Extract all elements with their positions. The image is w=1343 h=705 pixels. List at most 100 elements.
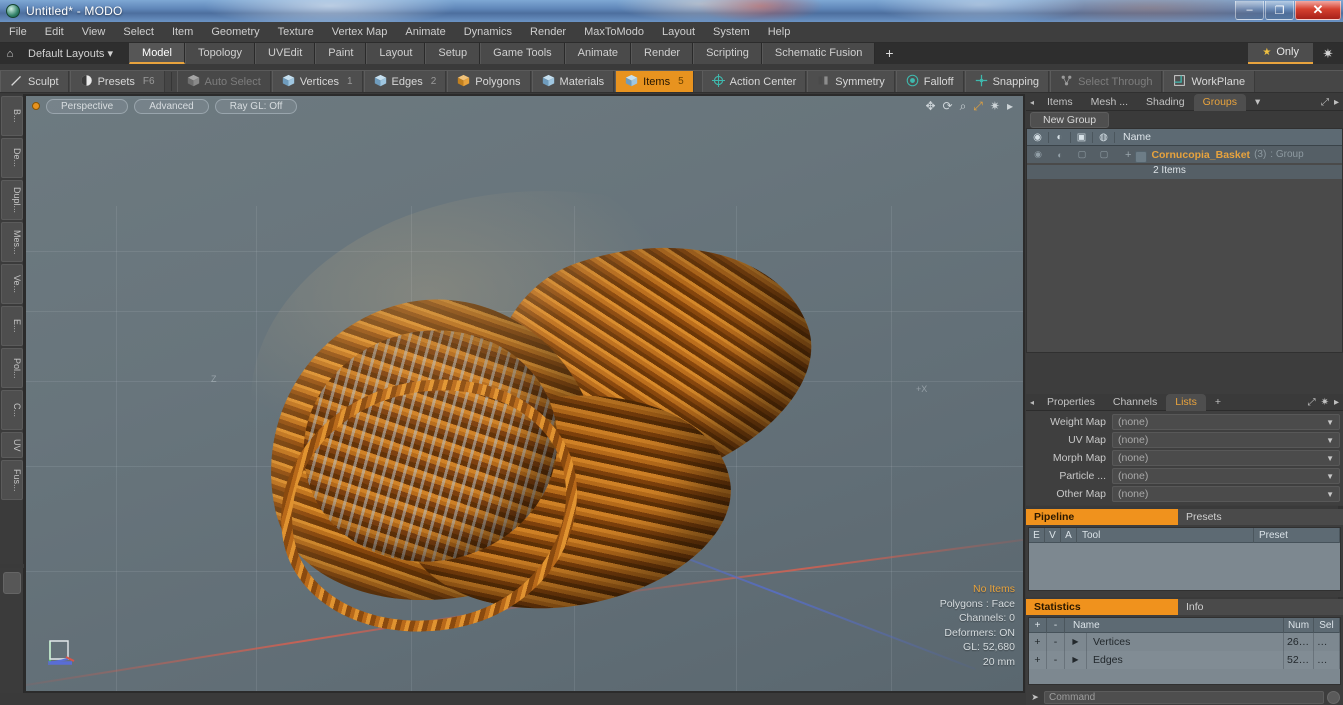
tab-groups[interactable]: Groups [1193, 93, 1247, 111]
menu-item-render[interactable]: Render [521, 22, 575, 43]
tool-select-through[interactable]: Select Through [1050, 71, 1163, 92]
tool-sculpt[interactable]: Sculpt [0, 71, 69, 92]
menu-item-file[interactable]: File [0, 22, 36, 43]
add-tab-button[interactable]: + [1206, 394, 1230, 411]
viewport-shading-button[interactable]: Advanced [134, 98, 209, 114]
expand-icon[interactable]: ⤢ [1321, 97, 1329, 108]
tool-symmetry[interactable]: Symmetry [807, 71, 895, 92]
menu-item-geometry[interactable]: Geometry [202, 22, 268, 43]
command-input[interactable]: Command [1044, 691, 1324, 704]
left-tab-9[interactable]: Fus... [1, 460, 23, 500]
menu-item-help[interactable]: Help [759, 22, 800, 43]
left-tab-8[interactable]: UV [1, 432, 23, 458]
home-icon[interactable]: ⌂ [0, 48, 20, 60]
chevron-left-icon[interactable]: ◂ [1026, 98, 1038, 107]
table-row[interactable]: + - ▶ Edges 52…… [1029, 651, 1340, 669]
list-row-dropdown[interactable]: (none) ▼ [1112, 450, 1340, 466]
tool-presets[interactable]: Presets F6 [69, 71, 165, 92]
menu-item-select[interactable]: Select [114, 22, 163, 43]
pipeline-table[interactable]: E V A Tool Preset [1028, 527, 1341, 591]
default-layouts-dropdown[interactable]: Default Layouts ▾ [20, 47, 121, 60]
tab-topology[interactable]: Topology [185, 43, 256, 64]
close-button[interactable]: ✕ [1295, 1, 1341, 20]
expand-toggle[interactable]: ▶ [1065, 633, 1087, 651]
tab-animate[interactable]: Animate [564, 43, 632, 64]
groups-tree[interactable]: ◉ ◐ ▣ ◍ Name ◉ ◐ ▢ ▢ + Cornucopia_Basket… [1026, 128, 1343, 353]
menu-item-item[interactable]: Item [163, 22, 202, 43]
record-icon[interactable] [1327, 691, 1340, 704]
add-layout-tab-button[interactable]: + [875, 43, 903, 64]
tab-info[interactable]: Info [1178, 599, 1343, 615]
left-tab-1[interactable]: De... [1, 138, 23, 178]
chevron-right-icon[interactable]: ▸ [1334, 97, 1339, 108]
table-row[interactable]: + - ▶ Vertices 26…… [1029, 633, 1340, 651]
menu-item-layout[interactable]: Layout [653, 22, 704, 43]
menu-item-view[interactable]: View [73, 22, 115, 43]
list-row-dropdown[interactable]: (none) ▼ [1112, 432, 1340, 448]
chevron-right-icon[interactable]: ▸ [1007, 99, 1013, 113]
tab-items[interactable]: Items [1038, 94, 1082, 111]
tool-vertices[interactable]: Vertices 1 [271, 71, 363, 92]
tool-polygons[interactable]: Polygons [447, 71, 531, 92]
row-lock-icon[interactable]: ▢ [1071, 149, 1093, 160]
tab-layout[interactable]: Layout [366, 43, 426, 64]
restore-button[interactable]: ❐ [1265, 1, 1294, 20]
tool-materials[interactable]: Materials [531, 71, 615, 92]
tab-properties[interactable]: Properties [1038, 394, 1104, 411]
tab-shading[interactable]: Shading [1137, 94, 1194, 111]
viewport-3d[interactable]: Z +X Perspective Advanced Ray GL: Off ✥ … [26, 96, 1023, 691]
menu-item-system[interactable]: System [704, 22, 759, 43]
row-shade-icon[interactable]: ◐ [1049, 150, 1071, 160]
groups-dropdown-caret[interactable]: ▾ [1246, 94, 1269, 111]
expand-icon[interactable]: ⤢ [1308, 397, 1316, 408]
gear-icon[interactable]: ✷ [990, 99, 1000, 113]
tool-properties-button[interactable] [3, 572, 21, 594]
cornucopia-basket-model[interactable] [236, 191, 841, 662]
tab-schematic-fusion[interactable]: Schematic Fusion [761, 43, 876, 64]
add-button[interactable]: + [1029, 651, 1047, 669]
expand-toggle[interactable]: ▶ [1065, 651, 1087, 669]
row-render-icon[interactable]: ▢ [1093, 149, 1115, 160]
add-button[interactable]: + [1029, 633, 1047, 651]
menu-item-animate[interactable]: Animate [396, 22, 454, 43]
chevron-right-icon[interactable]: ▸ [1334, 397, 1339, 408]
remove-button[interactable]: - [1047, 651, 1065, 669]
tab-presets[interactable]: Presets [1178, 509, 1343, 525]
tab-uvedit[interactable]: UVEdit [255, 43, 316, 64]
left-tab-5[interactable]: E... [1, 306, 23, 346]
tool-snapping[interactable]: Snapping [964, 71, 1050, 92]
tab-game-tools[interactable]: Game Tools [480, 43, 565, 64]
tab-statistics[interactable]: Statistics [1026, 599, 1178, 615]
left-tab-4[interactable]: Ve... [1, 264, 23, 304]
remove-button[interactable]: - [1047, 633, 1065, 651]
left-tab-0[interactable]: B... [1, 96, 23, 136]
tab-lists[interactable]: Lists [1166, 393, 1206, 411]
gear-icon[interactable]: ✷ [1313, 46, 1343, 62]
left-tab-7[interactable]: C... [1, 390, 23, 430]
menu-item-texture[interactable]: Texture [269, 22, 323, 43]
tab-paint[interactable]: Paint [315, 43, 367, 64]
menu-item-vertex-map[interactable]: Vertex Map [323, 22, 397, 43]
statistics-table[interactable]: + - Name Num Sel + - ▶ Vertices 26…… + - ▶ Edges… [1028, 617, 1341, 685]
table-row[interactable]: ◉ ◐ ▢ ▢ + Cornucopia_Basket (3) : Group [1027, 146, 1342, 163]
pan-icon[interactable]: ✥ [925, 99, 935, 113]
rotate-icon[interactable]: ⟳ [943, 99, 953, 113]
tool-auto-select[interactable]: Auto Select [176, 71, 271, 92]
new-group-button[interactable]: New Group [1030, 111, 1110, 128]
tool-edges[interactable]: Edges 2 [363, 71, 447, 92]
expand-toggle[interactable]: + [1121, 149, 1135, 161]
only-toggle[interactable]: ★ Only [1248, 43, 1313, 64]
tool-falloff[interactable]: Falloff [895, 71, 964, 92]
gear-icon[interactable]: ✷ [1321, 397, 1329, 408]
chevron-left-icon[interactable]: ◂ [1026, 398, 1038, 407]
menu-item-maxtomodo[interactable]: MaxToModo [575, 22, 653, 43]
left-tab-6[interactable]: Pol... [1, 348, 23, 388]
row-eye-icon[interactable]: ◉ [1027, 149, 1049, 160]
list-row-dropdown[interactable]: (none) ▼ [1112, 414, 1340, 430]
tab-render[interactable]: Render [631, 43, 694, 64]
tab-pipeline[interactable]: Pipeline [1026, 509, 1178, 525]
tool-workplane[interactable]: WorkPlane [1163, 71, 1256, 92]
tab-channels[interactable]: Channels [1104, 394, 1166, 411]
zoom-icon[interactable]: ⌕ [960, 99, 967, 114]
left-tab-2[interactable]: Dupl... [1, 180, 23, 220]
